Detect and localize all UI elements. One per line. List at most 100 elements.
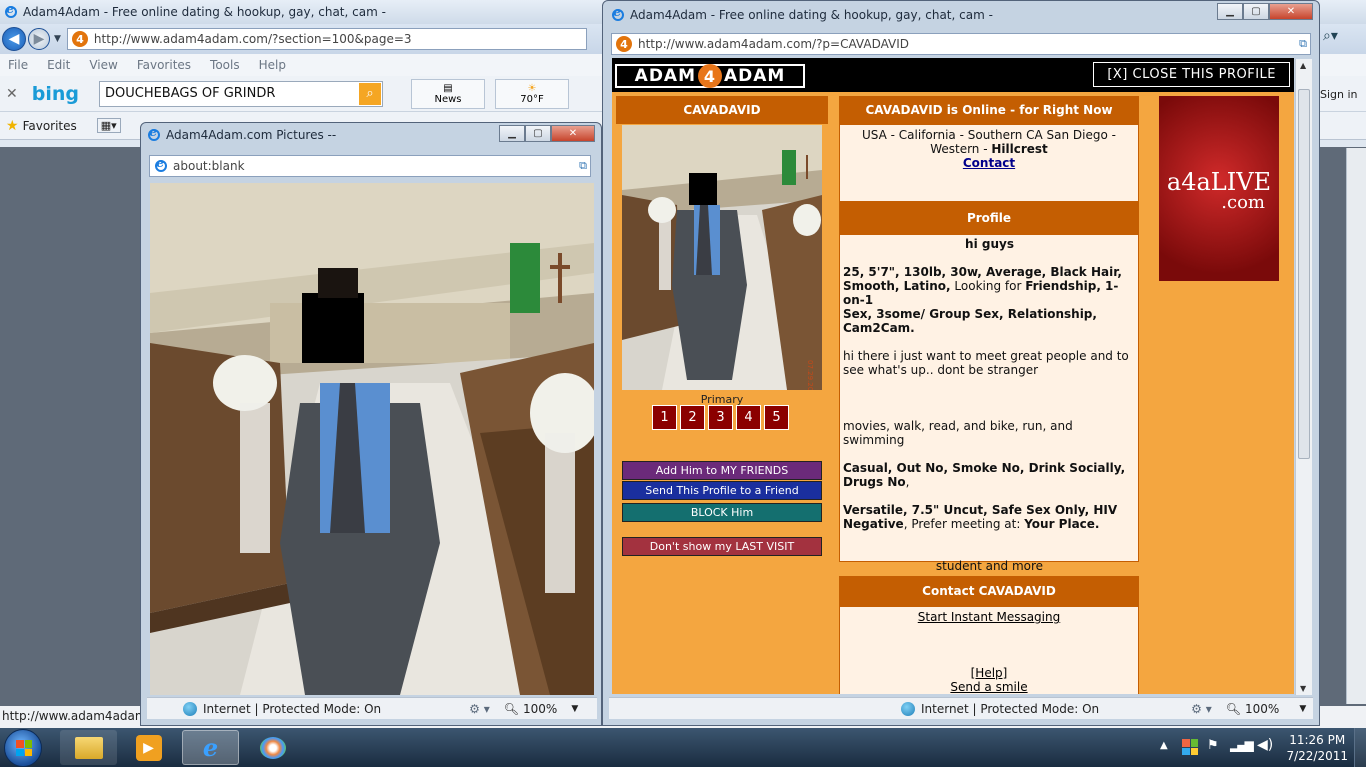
media-player-taskbar-button[interactable]: ▶ [120, 730, 177, 765]
instant-message-link[interactable]: Start Instant Messaging [918, 610, 1060, 624]
menu-help[interactable]: Help [259, 58, 286, 72]
pictures-window-title: Adam4Adam.com Pictures -- [166, 128, 337, 142]
paint-taskbar-button[interactable] [244, 730, 301, 765]
volume-icon[interactable]: ◀) [1257, 737, 1273, 753]
search-icon[interactable]: ⌕ [358, 82, 381, 105]
habits-comma: , [905, 475, 910, 489]
search-dropdown-icon[interactable]: ⌕▾ [1323, 28, 1338, 44]
profile-photo-thumb[interactable]: 07.29.2010 [622, 125, 822, 390]
start-button[interactable] [4, 729, 42, 767]
explorer-taskbar-button[interactable] [60, 730, 117, 765]
ad-brand-line: a4aLIVE [1166, 168, 1272, 196]
back-button[interactable]: ◀ [2, 27, 26, 51]
photo-pager: 1 2 3 4 5 [652, 405, 792, 430]
compat-view-icon[interactable]: ⧉ [579, 159, 587, 173]
weather-label: 70°F [520, 93, 544, 105]
habits-drugs: Drugs No [843, 475, 906, 489]
maximize-button[interactable]: ▢ [1243, 3, 1269, 20]
ie-icon [4, 2, 18, 19]
scroll-down-icon[interactable]: ▼ [1300, 684, 1306, 693]
profile-scrollbar[interactable]: ▲ ▼ [1295, 59, 1312, 695]
pictures-window: Adam4Adam.com Pictures -- ▁ ▢ ✕ about:bl… [140, 122, 602, 726]
tray-app-icon[interactable] [1182, 739, 1198, 755]
photo-number-4[interactable]: 4 [736, 405, 761, 430]
ie-icon [147, 125, 161, 142]
close-toolbar-icon[interactable]: ✕ [6, 86, 18, 102]
stats-looking-for-2: Sex, 3some/ Group Sex, Relationship, [843, 307, 1097, 321]
last-visit-button[interactable]: Don't show my LAST VISIT [622, 537, 822, 556]
stats-physical: 25, 5'7", 130lb, 30w, Average, Black Hai… [843, 265, 1122, 279]
compat-view-icon[interactable]: ⧉ [1299, 37, 1307, 51]
weather-button[interactable]: ☀ 70°F [494, 78, 569, 109]
menu-file[interactable]: File [8, 58, 28, 72]
photo-number-1[interactable]: 1 [652, 405, 677, 430]
protected-mode-icon[interactable]: ⚙ ▾ [1191, 702, 1212, 716]
a4alive-ad[interactable]: a4aLIVE .com [1159, 96, 1279, 281]
scroll-up-icon[interactable]: ▲ [1300, 61, 1306, 70]
pictures-zoom-level[interactable]: 100% [523, 702, 557, 716]
sun-icon: ☀ [527, 82, 537, 94]
sex-info-meeting-label: , Prefer meeting at: [903, 517, 1025, 531]
profile-title-bar[interactable]: Adam4Adam - Free online dating & hookup,… [603, 1, 1319, 29]
bing-search-input[interactable]: DOUCHEBAGS OF GRINDR ⌕ [98, 80, 383, 107]
menu-view[interactable]: View [89, 58, 117, 72]
send-profile-button[interactable]: Send This Profile to a Friend [622, 481, 822, 500]
minimize-button[interactable]: ▁ [499, 125, 525, 142]
scroll-thumb[interactable] [1298, 89, 1310, 459]
contact-link[interactable]: Contact [963, 156, 1015, 170]
close-button[interactable]: ✕ [1269, 3, 1313, 20]
ad-domain-line: .com [1221, 192, 1265, 213]
sign-in-link[interactable]: Sign in [1320, 88, 1358, 101]
show-hidden-icons[interactable]: ▲ [1160, 740, 1168, 751]
blank-page-icon [154, 156, 168, 173]
network-icon[interactable]: ▂▄▆ [1230, 738, 1254, 752]
menu-favorites[interactable]: Favorites [137, 58, 191, 72]
history-dropdown-icon[interactable]: ▼ [54, 34, 61, 44]
send-smile-link[interactable]: Send a smile [950, 680, 1027, 694]
pictures-window-controls: ▁ ▢ ✕ [499, 125, 595, 142]
photo-number-5[interactable]: 5 [764, 405, 789, 430]
background-address-bar[interactable]: 4 http://www.adam4adam.com/?section=100&… [66, 28, 587, 50]
profile-address-bar[interactable]: 4 http://www.adam4adam.com/?p=CAVADAVID … [611, 33, 1311, 55]
system-clock[interactable]: 11:26 PM 7/22/2011 [1286, 732, 1348, 764]
globe-icon [901, 701, 915, 716]
profile-section-header: Profile [839, 202, 1139, 234]
block-button[interactable]: BLOCK Him [622, 503, 822, 522]
close-button[interactable]: ✕ [551, 125, 595, 142]
news-button[interactable]: ▤ News [410, 78, 485, 109]
pictures-address-bar[interactable]: about:blank ⧉ [149, 155, 591, 177]
zoom-dropdown-icon[interactable]: ▼ [1299, 704, 1306, 714]
photo-number-2[interactable]: 2 [680, 405, 705, 430]
favorites-label[interactable]: Favorites [23, 119, 77, 133]
profile-about: hi there i just want to meet great peopl… [843, 349, 1129, 377]
profile-stats: 25, 5'7", 130lb, 30w, Average, Black Hai… [843, 265, 1136, 335]
profile-zoom-level[interactable]: 100% [1245, 702, 1279, 716]
help-link[interactable]: [Help] [971, 666, 1008, 680]
location-panel: USA - California - Southern CA San Diego… [839, 124, 1139, 202]
add-friend-button[interactable]: Add Him to MY FRIENDS [622, 461, 822, 480]
logo-text-right: ADAM [724, 66, 786, 86]
bing-logo-icon: bing [31, 82, 79, 105]
habits-line: Casual, Out No, Smoke No, Drink Socially… [843, 461, 1126, 475]
maximize-button[interactable]: ▢ [525, 125, 551, 142]
photo-number-3[interactable]: 3 [708, 405, 733, 430]
protected-mode-icon[interactable]: ⚙ ▾ [469, 702, 490, 716]
zoom-icon: 🔍︎ [1225, 701, 1242, 716]
zoom-dropdown-icon[interactable]: ▼ [571, 704, 578, 714]
tab-grid-icon[interactable]: ▦▾ [96, 118, 121, 133]
show-desktop-button[interactable] [1354, 728, 1366, 767]
contact-panel: Start Instant Messaging [Help] Send a sm… [839, 606, 1139, 694]
news-icon: ▤ [443, 82, 453, 94]
menu-tools[interactable]: Tools [210, 58, 240, 72]
location-line-1: USA - California - Southern CA San Diego… [862, 128, 1116, 142]
sex-info-meeting-place: Your Place. [1024, 517, 1100, 531]
forward-button[interactable]: ▶ [28, 28, 50, 50]
minimize-button[interactable]: ▁ [1217, 3, 1243, 20]
logo-four: 4 [698, 64, 722, 88]
ie-taskbar-button[interactable]: e [182, 730, 239, 765]
a4a-logo[interactable]: ADAM 4 ADAM [615, 64, 805, 88]
menu-edit[interactable]: Edit [47, 58, 70, 72]
close-profile-button[interactable]: [X] CLOSE THIS PROFILE [1093, 62, 1290, 87]
action-center-icon[interactable]: ⚑ [1207, 738, 1219, 753]
background-scrollbar[interactable] [1346, 148, 1366, 704]
